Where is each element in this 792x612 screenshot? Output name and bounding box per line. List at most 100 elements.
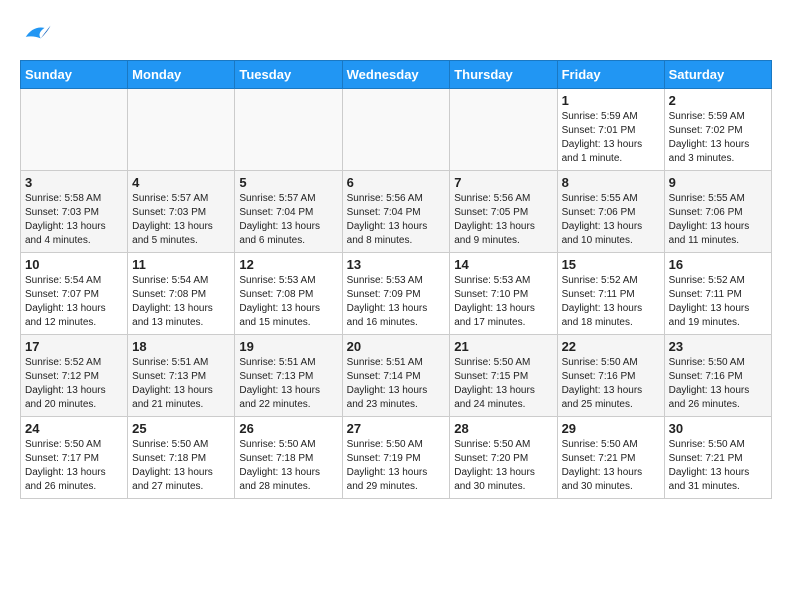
day-number: 30 xyxy=(669,421,767,436)
day-number: 14 xyxy=(454,257,552,272)
weekday-header-sunday: Sunday xyxy=(21,61,128,89)
day-cell: 3 Sunrise: 5:58 AM Sunset: 7:03 PM Daylig… xyxy=(21,171,128,253)
day-info: Sunrise: 5:50 AM Sunset: 7:21 PM Dayligh… xyxy=(562,438,660,494)
day-cell: 2 Sunrise: 5:59 AM Sunset: 7:02 PM Daylig… xyxy=(664,89,771,171)
day-number: 25 xyxy=(132,421,230,436)
weekday-header-friday: Friday xyxy=(557,61,664,89)
day-info: Sunrise: 5:50 AM Sunset: 7:15 PM Dayligh… xyxy=(454,356,552,412)
day-number: 4 xyxy=(132,175,230,190)
day-cell: 28 Sunrise: 5:50 AM Sunset: 7:20 PM Dayli… xyxy=(450,417,557,499)
day-number: 12 xyxy=(239,257,337,272)
day-cell: 17Sunrise: 5:52 AM Sunset: 7:12 PM Dayli… xyxy=(21,335,128,417)
day-info: Sunrise: 5:59 AM Sunset: 7:01 PM Dayligh… xyxy=(562,110,660,166)
day-cell: 1Sunrise: 5:59 AM Sunset: 7:01 PM Daylig… xyxy=(557,89,664,171)
day-number: 17 xyxy=(25,339,123,354)
day-number: 8 xyxy=(562,175,660,190)
day-number: 27 xyxy=(347,421,446,436)
day-cell: 5 Sunrise: 5:57 AM Sunset: 7:04 PM Daylig… xyxy=(235,171,342,253)
day-info: Sunrise: 5:56 AM Sunset: 7:05 PM Dayligh… xyxy=(454,192,552,248)
day-info: Sunrise: 5:52 AM Sunset: 7:11 PM Dayligh… xyxy=(669,274,767,330)
day-info: Sunrise: 5:58 AM Sunset: 7:03 PM Dayligh… xyxy=(25,192,123,248)
day-cell: 27 Sunrise: 5:50 AM Sunset: 7:19 PM Dayli… xyxy=(342,417,450,499)
day-number: 9 xyxy=(669,175,767,190)
day-info: Sunrise: 5:53 AM Sunset: 7:08 PM Dayligh… xyxy=(239,274,337,330)
day-number: 3 xyxy=(25,175,123,190)
weekday-header-saturday: Saturday xyxy=(664,61,771,89)
day-cell: 4Sunrise: 5:57 AM Sunset: 7:03 PM Daylig… xyxy=(128,171,235,253)
day-number: 29 xyxy=(562,421,660,436)
day-info: Sunrise: 5:50 AM Sunset: 7:19 PM Dayligh… xyxy=(347,438,446,494)
day-info: Sunrise: 5:59 AM Sunset: 7:02 PM Dayligh… xyxy=(669,110,767,166)
day-cell: 15 Sunrise: 5:52 AM Sunset: 7:11 PM Dayli… xyxy=(557,253,664,335)
day-number: 2 xyxy=(669,93,767,108)
day-cell: 30 Sunrise: 5:50 AM Sunset: 7:21 PM Dayli… xyxy=(664,417,771,499)
day-cell: 29 Sunrise: 5:50 AM Sunset: 7:21 PM Dayli… xyxy=(557,417,664,499)
day-cell: 14 Sunrise: 5:53 AM Sunset: 7:10 PM Dayli… xyxy=(450,253,557,335)
logo xyxy=(20,20,52,50)
day-number: 10 xyxy=(25,257,123,272)
day-cell xyxy=(342,89,450,171)
weekday-header-row: SundayMondayTuesdayWednesdayThursdayFrid… xyxy=(21,61,772,89)
weekday-header-wednesday: Wednesday xyxy=(342,61,450,89)
day-info: Sunrise: 5:55 AM Sunset: 7:06 PM Dayligh… xyxy=(669,192,767,248)
day-info: Sunrise: 5:56 AM Sunset: 7:04 PM Dayligh… xyxy=(347,192,446,248)
day-cell: 19 Sunrise: 5:51 AM Sunset: 7:13 PM Dayli… xyxy=(235,335,342,417)
day-number: 23 xyxy=(669,339,767,354)
day-cell: 8 Sunrise: 5:55 AM Sunset: 7:06 PM Daylig… xyxy=(557,171,664,253)
day-info: Sunrise: 5:55 AM Sunset: 7:06 PM Dayligh… xyxy=(562,192,660,248)
weekday-header-tuesday: Tuesday xyxy=(235,61,342,89)
day-info: Sunrise: 5:50 AM Sunset: 7:16 PM Dayligh… xyxy=(562,356,660,412)
day-number: 5 xyxy=(239,175,337,190)
day-info: Sunrise: 5:50 AM Sunset: 7:17 PM Dayligh… xyxy=(25,438,123,494)
day-info: Sunrise: 5:54 AM Sunset: 7:07 PM Dayligh… xyxy=(25,274,123,330)
day-cell: 23 Sunrise: 5:50 AM Sunset: 7:16 PM Dayli… xyxy=(664,335,771,417)
week-row-5: 24 Sunrise: 5:50 AM Sunset: 7:17 PM Dayli… xyxy=(21,417,772,499)
day-info: Sunrise: 5:50 AM Sunset: 7:18 PM Dayligh… xyxy=(132,438,230,494)
weekday-header-thursday: Thursday xyxy=(450,61,557,89)
day-cell: 24 Sunrise: 5:50 AM Sunset: 7:17 PM Dayli… xyxy=(21,417,128,499)
day-number: 16 xyxy=(669,257,767,272)
day-number: 13 xyxy=(347,257,446,272)
day-info: Sunrise: 5:51 AM Sunset: 7:13 PM Dayligh… xyxy=(132,356,230,412)
day-info: Sunrise: 5:51 AM Sunset: 7:14 PM Dayligh… xyxy=(347,356,446,412)
day-cell xyxy=(128,89,235,171)
day-cell xyxy=(450,89,557,171)
day-info: Sunrise: 5:51 AM Sunset: 7:13 PM Dayligh… xyxy=(239,356,337,412)
day-info: Sunrise: 5:52 AM Sunset: 7:11 PM Dayligh… xyxy=(562,274,660,330)
week-row-3: 10 Sunrise: 5:54 AM Sunset: 7:07 PM Dayli… xyxy=(21,253,772,335)
day-cell: 9 Sunrise: 5:55 AM Sunset: 7:06 PM Daylig… xyxy=(664,171,771,253)
day-cell: 11 Sunrise: 5:54 AM Sunset: 7:08 PM Dayli… xyxy=(128,253,235,335)
day-number: 6 xyxy=(347,175,446,190)
day-info: Sunrise: 5:50 AM Sunset: 7:20 PM Dayligh… xyxy=(454,438,552,494)
day-number: 22 xyxy=(562,339,660,354)
day-cell: 21Sunrise: 5:50 AM Sunset: 7:15 PM Dayli… xyxy=(450,335,557,417)
day-cell: 18 Sunrise: 5:51 AM Sunset: 7:13 PM Dayli… xyxy=(128,335,235,417)
day-info: Sunrise: 5:50 AM Sunset: 7:16 PM Dayligh… xyxy=(669,356,767,412)
day-info: Sunrise: 5:54 AM Sunset: 7:08 PM Dayligh… xyxy=(132,274,230,330)
day-info: Sunrise: 5:50 AM Sunset: 7:21 PM Dayligh… xyxy=(669,438,767,494)
day-number: 11 xyxy=(132,257,230,272)
day-number: 26 xyxy=(239,421,337,436)
day-number: 19 xyxy=(239,339,337,354)
logo-bird-icon xyxy=(22,20,52,50)
day-info: Sunrise: 5:53 AM Sunset: 7:09 PM Dayligh… xyxy=(347,274,446,330)
day-number: 28 xyxy=(454,421,552,436)
day-number: 20 xyxy=(347,339,446,354)
weekday-header-monday: Monday xyxy=(128,61,235,89)
day-number: 15 xyxy=(562,257,660,272)
week-row-4: 17Sunrise: 5:52 AM Sunset: 7:12 PM Dayli… xyxy=(21,335,772,417)
page-header xyxy=(20,20,772,50)
day-cell: 16 Sunrise: 5:52 AM Sunset: 7:11 PM Dayli… xyxy=(664,253,771,335)
day-cell xyxy=(21,89,128,171)
day-info: Sunrise: 5:50 AM Sunset: 7:18 PM Dayligh… xyxy=(239,438,337,494)
day-info: Sunrise: 5:57 AM Sunset: 7:04 PM Dayligh… xyxy=(239,192,337,248)
day-number: 24 xyxy=(25,421,123,436)
calendar-table: SundayMondayTuesdayWednesdayThursdayFrid… xyxy=(20,60,772,499)
day-cell: 13 Sunrise: 5:53 AM Sunset: 7:09 PM Dayli… xyxy=(342,253,450,335)
day-info: Sunrise: 5:53 AM Sunset: 7:10 PM Dayligh… xyxy=(454,274,552,330)
day-cell: 7Sunrise: 5:56 AM Sunset: 7:05 PM Daylig… xyxy=(450,171,557,253)
day-number: 18 xyxy=(132,339,230,354)
day-cell: 26 Sunrise: 5:50 AM Sunset: 7:18 PM Dayli… xyxy=(235,417,342,499)
day-cell: 25 Sunrise: 5:50 AM Sunset: 7:18 PM Dayli… xyxy=(128,417,235,499)
week-row-2: 3 Sunrise: 5:58 AM Sunset: 7:03 PM Daylig… xyxy=(21,171,772,253)
